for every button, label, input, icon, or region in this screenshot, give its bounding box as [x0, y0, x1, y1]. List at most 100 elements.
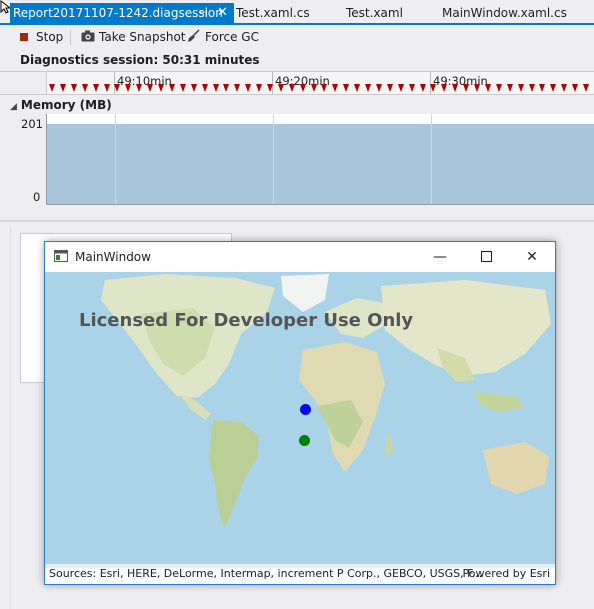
force-gc-button[interactable]: Force GC — [187, 29, 259, 45]
gc-event-marker[interactable] — [583, 84, 589, 92]
force-gc-label: Force GC — [205, 30, 259, 44]
gc-event-marker[interactable] — [572, 84, 578, 92]
panel-divider[interactable] — [0, 220, 594, 222]
take-snapshot-label: Take Snapshot — [99, 30, 186, 44]
map-attribution-bar: Sources: Esri, HERE, DeLorme, Intermap, … — [45, 564, 555, 584]
gc-event-marker[interactable] — [256, 84, 262, 92]
gc-event-marker[interactable] — [463, 84, 469, 92]
take-snapshot-button[interactable]: Take Snapshot — [81, 29, 186, 45]
memory-graph-header[interactable]: ◢ Memory (MB) — [10, 98, 112, 112]
gc-event-marker[interactable] — [289, 84, 295, 92]
memory-axis-max: 201 — [21, 117, 43, 131]
powered-by-esri: Powered by Esri — [462, 567, 550, 580]
gc-event-marker[interactable] — [343, 84, 349, 92]
gc-event-marker[interactable] — [420, 84, 426, 92]
maximize-button[interactable] — [463, 242, 509, 272]
gc-event-marker[interactable] — [507, 84, 513, 92]
map-point-green[interactable] — [299, 435, 310, 446]
gc-event-marker[interactable] — [82, 84, 88, 92]
gc-event-marker[interactable] — [191, 84, 197, 92]
tab-mainwindow-xaml-cs[interactable]: MainWindow.xaml.cs — [442, 3, 567, 23]
gc-event-marker[interactable] — [550, 84, 556, 92]
stop-icon — [20, 33, 28, 41]
camera-icon — [81, 30, 95, 42]
gc-event-marker[interactable] — [125, 84, 131, 92]
gc-event-marker[interactable] — [114, 84, 120, 92]
tab-test-xaml-cs[interactable]: Test.xaml.cs — [236, 3, 310, 23]
gc-event-marker[interactable] — [49, 84, 55, 92]
gc-event-marker[interactable] — [496, 84, 502, 92]
map-view[interactable]: Licensed For Developer Use Only Sources:… — [45, 272, 555, 584]
memory-graph[interactable] — [46, 114, 594, 205]
tab-diagsession[interactable]: Report20171107-1242.diagsession ⊣ ✕ — [10, 3, 234, 23]
gc-event-marker[interactable] — [539, 84, 545, 92]
minimize-icon: — — [433, 249, 447, 265]
gc-event-marker[interactable] — [180, 84, 186, 92]
gc-event-marker[interactable] — [234, 84, 240, 92]
gc-event-marker[interactable] — [311, 84, 317, 92]
memory-title: Memory (MB) — [20, 98, 112, 112]
gc-event-marker[interactable] — [245, 84, 251, 92]
gc-event-marker[interactable] — [93, 84, 99, 92]
close-icon[interactable]: ✕ — [217, 3, 228, 23]
memory-axis-min: 0 — [33, 190, 41, 204]
gc-event-marker[interactable] — [529, 84, 535, 92]
tab-label: MainWindow.xaml.cs — [442, 6, 567, 20]
gc-event-marker[interactable] — [430, 84, 436, 92]
tab-test-xaml[interactable]: Test.xaml — [346, 3, 403, 23]
stop-button[interactable]: Stop — [20, 29, 63, 45]
gc-event-marker[interactable] — [158, 84, 164, 92]
window-title: MainWindow — [75, 250, 151, 264]
license-watermark: Licensed For Developer Use Only — [79, 310, 414, 331]
memory-usage-area — [47, 124, 594, 204]
gc-event-marker[interactable] — [147, 84, 153, 92]
close-button[interactable]: ✕ — [509, 242, 555, 272]
tab-label: Test.xaml.cs — [236, 6, 310, 20]
gc-event-marker[interactable] — [321, 84, 327, 92]
gc-event-marker[interactable] — [169, 84, 175, 92]
toolbar-separator — [70, 30, 71, 45]
gc-event-marker[interactable] — [398, 84, 404, 92]
timeline-ruler[interactable]: 49:10min 49:20min 49:30min — [0, 71, 594, 95]
gc-event-marker[interactable] — [354, 84, 360, 92]
gc-event-marker[interactable] — [267, 84, 273, 92]
gc-event-marker[interactable] — [409, 84, 415, 92]
background-guide — [10, 226, 11, 609]
gc-event-marker[interactable] — [365, 84, 371, 92]
gc-event-marker[interactable] — [387, 84, 393, 92]
gc-event-marker[interactable] — [71, 84, 77, 92]
main-window: MainWindow — ✕ Licensed For Developer Us… — [44, 241, 556, 585]
grid-line — [115, 114, 116, 204]
gc-event-marker[interactable] — [332, 84, 338, 92]
tab-label: Test.xaml — [346, 6, 403, 20]
map-attribution[interactable]: Sources: Esri, HERE, DeLorme, Intermap, … — [49, 564, 482, 584]
maximize-icon — [480, 251, 492, 262]
gc-event-marker[interactable] — [452, 84, 458, 92]
grid-line — [273, 114, 274, 204]
gc-event-marker[interactable] — [441, 84, 447, 92]
gc-event-marker[interactable] — [300, 84, 306, 92]
gc-event-marker[interactable] — [376, 84, 382, 92]
gc-event-marker[interactable] — [136, 84, 142, 92]
gc-event-marker[interactable] — [278, 84, 284, 92]
grid-line — [431, 114, 432, 204]
gc-event-marker[interactable] — [213, 84, 219, 92]
gc-event-marker[interactable] — [60, 84, 66, 92]
gc-event-marker[interactable] — [561, 84, 567, 92]
diagnostics-session-duration: Diagnostics session: 50:31 minutes — [20, 53, 260, 67]
gc-event-marker[interactable] — [202, 84, 208, 92]
close-icon: ✕ — [526, 249, 538, 265]
gc-event-marker[interactable] — [518, 84, 524, 92]
stop-label: Stop — [36, 30, 64, 44]
gc-event-marker[interactable] — [104, 84, 110, 92]
pin-icon[interactable]: ⊣ — [198, 3, 208, 23]
diagnostics-toolbar: Stop Take Snapshot Force GC — [0, 25, 594, 49]
collapse-triangle-icon[interactable]: ◢ — [10, 102, 17, 112]
gc-event-marker[interactable] — [223, 84, 229, 92]
gc-event-marker[interactable] — [474, 84, 480, 92]
map-point-blue[interactable] — [300, 404, 311, 415]
gc-event-marker[interactable] — [485, 84, 491, 92]
minimize-button[interactable]: — — [417, 242, 463, 272]
window-title-bar[interactable]: MainWindow — ✕ — [45, 242, 555, 272]
document-tab-bar: Report20171107-1242.diagsession ⊣ ✕ Test… — [0, 0, 594, 23]
